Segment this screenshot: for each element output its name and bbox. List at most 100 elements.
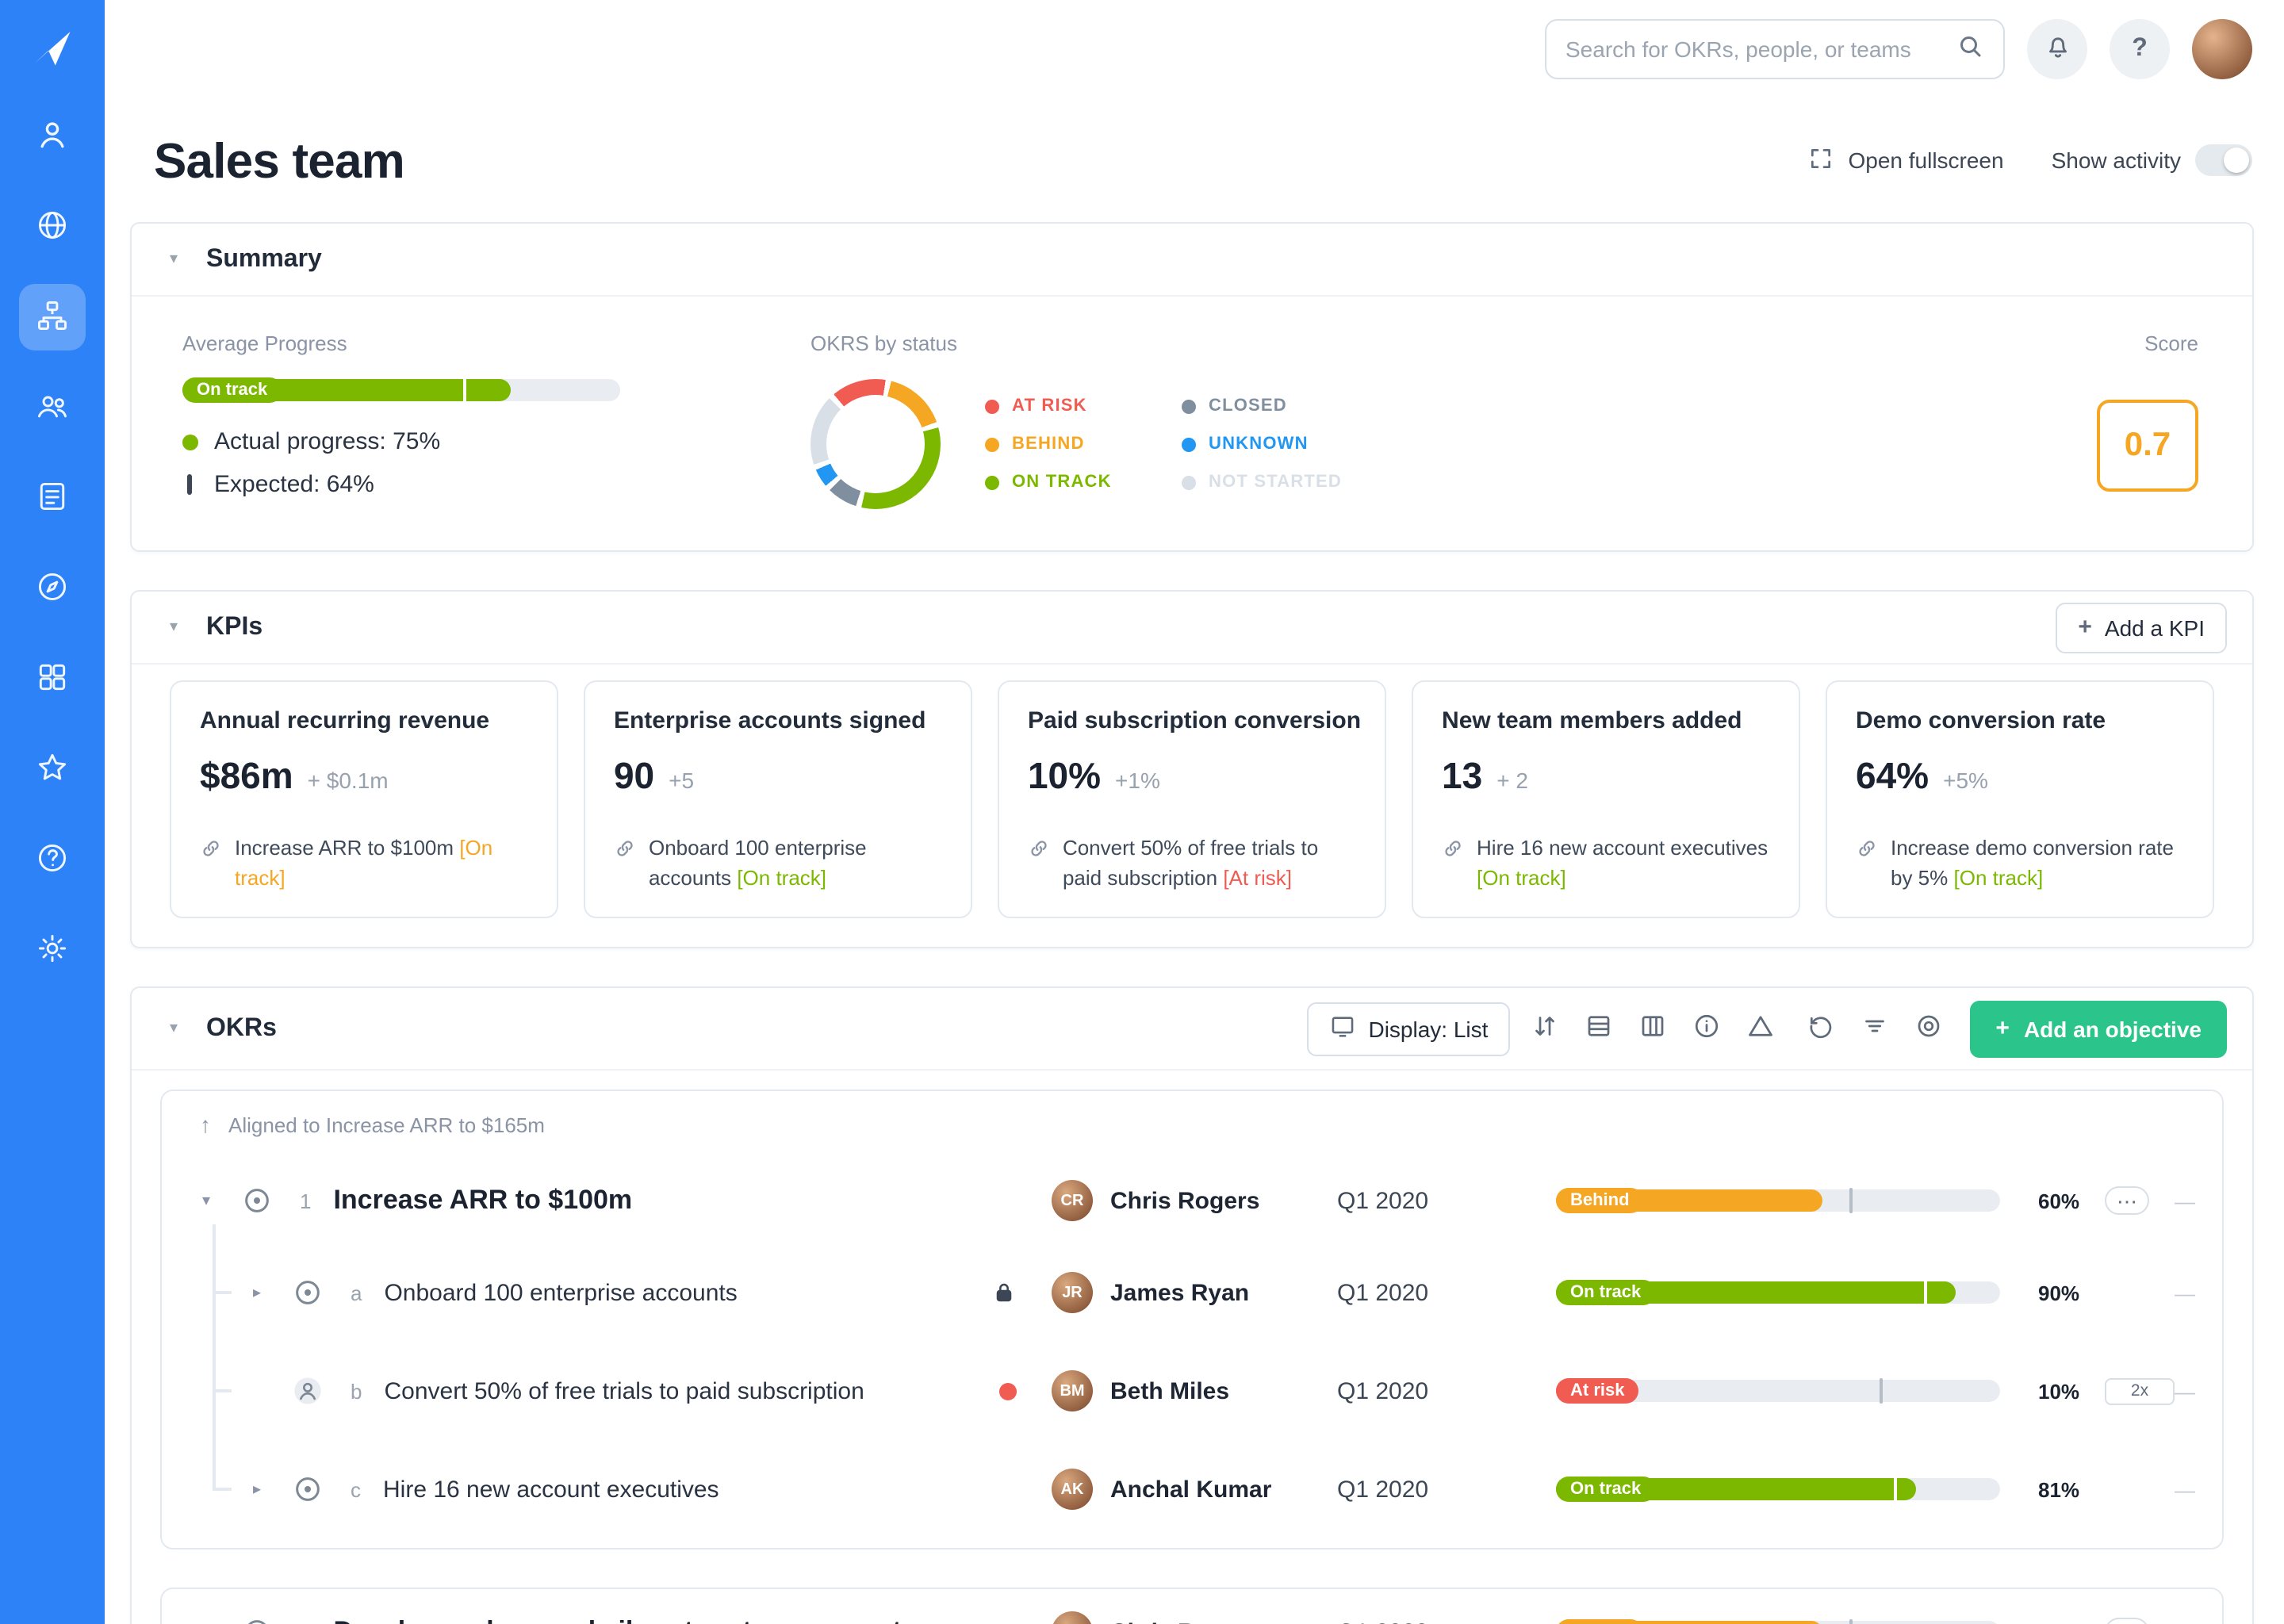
kpi-cards: Annual recurring revenue $86m+ $0.1m Inc…: [132, 665, 2252, 947]
history-button[interactable]: [1795, 1002, 1846, 1055]
key-result-title[interactable]: Hire 16 new account executives: [383, 1476, 719, 1503]
key-result-row[interactable]: ▸ c Hire 16 new account executives AKAnc…: [162, 1440, 2222, 1538]
tree-connector: [213, 1224, 216, 1489]
sort-button[interactable]: [1519, 1002, 1570, 1055]
progress-percent: 10%: [2019, 1379, 2105, 1403]
okr-group-card: ▾ 2 Develop and expand vibrant partner e…: [160, 1588, 2224, 1624]
sidebar-item-compass[interactable]: [19, 555, 86, 622]
okr-group-card: ↑ Aligned to Increase ARR to $165m ▾ 1 I…: [160, 1090, 2224, 1549]
compass-icon: [35, 569, 70, 608]
question-mark-icon: ?: [2132, 35, 2148, 63]
aligned-label[interactable]: Aligned to Increase ARR to $165m: [228, 1113, 545, 1136]
kpi-value: 13: [1442, 755, 1482, 798]
org-chart-icon: [35, 297, 70, 337]
align-up-arrow-icon: ↑: [200, 1112, 211, 1137]
initiative-person-icon: [289, 1372, 327, 1410]
display-mode-button[interactable]: Display: List: [1306, 1002, 1510, 1055]
owner-cell[interactable]: CRChris Rogers: [1052, 1180, 1337, 1221]
open-fullscreen-button[interactable]: Open fullscreen: [1808, 145, 2003, 175]
sidebar-item-settings[interactable]: [19, 917, 86, 983]
collapse-caret-icon[interactable]: ▾: [170, 1020, 186, 1037]
row-menu-button[interactable]: ⋯: [2105, 1618, 2149, 1624]
expand-caret-icon[interactable]: ▾: [194, 1192, 219, 1209]
okr-toolbar-secondary: [1795, 1002, 1954, 1055]
legend-item: AT RISK: [985, 396, 1150, 416]
legend-item: BEHIND: [985, 435, 1150, 454]
page-head: Sales team Open fullscreen Show activity: [105, 98, 2284, 190]
kpi-linked-okr[interactable]: Increase demo conversion rate by 5% [On …: [1891, 835, 2189, 894]
row-index: 2: [300, 1620, 311, 1624]
show-activity-toggle[interactable]: [2195, 144, 2252, 176]
kpi-card[interactable]: New team members added 13+ 2 Hire 16 new…: [1412, 680, 1800, 918]
owner-cell[interactable]: BMBeth Miles: [1052, 1370, 1337, 1411]
warning-button[interactable]: [1735, 1002, 1786, 1055]
kpi-card[interactable]: Annual recurring revenue $86m+ $0.1m Inc…: [170, 680, 558, 918]
owner-name: Beth Miles: [1110, 1377, 1229, 1404]
panels: ▾ Summary Average Progress On track Actu…: [105, 190, 2284, 1624]
kpi-delta: + $0.1m: [308, 768, 389, 793]
kpi-linked-okr[interactable]: Onboard 100 enterprise accounts [On trac…: [649, 835, 947, 894]
info-button[interactable]: [1681, 1002, 1732, 1055]
objective-row[interactable]: ▾ 2 Develop and expand vibrant partner e…: [162, 1589, 2222, 1624]
sidebar-item-globe[interactable]: [19, 193, 86, 260]
multiplier-badge[interactable]: 2x: [2105, 1377, 2175, 1404]
owner-cell[interactable]: JRJames Ryan: [1052, 1272, 1337, 1313]
notifications-button[interactable]: [2027, 19, 2087, 79]
score-dash: —: [2175, 1477, 2222, 1501]
kpi-linked-okr[interactable]: Hire 16 new account executives [On track…: [1477, 835, 1775, 894]
status-badge: On track: [1556, 1477, 1655, 1502]
link-icon: [1856, 835, 1878, 894]
collapse-caret-icon[interactable]: ▾: [170, 251, 186, 268]
sidebar-item-help[interactable]: [19, 826, 86, 893]
timeframe: Q1 2020: [1337, 1476, 1556, 1503]
sidebar-item-profile[interactable]: [19, 103, 86, 170]
row-index: b: [351, 1379, 362, 1403]
search-input[interactable]: [1565, 36, 1956, 62]
key-result-row[interactable]: ▸ a Onboard 100 enterprise accounts JRJa…: [162, 1243, 2222, 1342]
row-menu-button[interactable]: ⋯: [2105, 1186, 2149, 1215]
kpi-card[interactable]: Enterprise accounts signed 90+5 Onboard …: [584, 680, 972, 918]
key-result-target-icon: [289, 1470, 327, 1508]
key-result-title[interactable]: Convert 50% of free trials to paid subsc…: [384, 1377, 864, 1404]
key-result-row[interactable]: b Convert 50% of free trials to paid sub…: [162, 1342, 2222, 1440]
help-button[interactable]: ?: [2110, 19, 2170, 79]
kpi-linked-okr[interactable]: Increase ARR to $100m [On track]: [235, 835, 533, 894]
expand-caret-icon[interactable]: ▸: [244, 1284, 270, 1301]
kpi-linked-okr[interactable]: Convert 50% of free trials to paid subsc…: [1063, 835, 1361, 894]
filter-button[interactable]: [1849, 1002, 1900, 1055]
expected-label: Expected: 64%: [214, 471, 374, 498]
link-icon: [200, 835, 222, 894]
expand-caret-icon[interactable]: ▸: [244, 1480, 270, 1498]
summary-title: Summary: [206, 245, 322, 274]
tree-connector: [213, 1488, 232, 1491]
actual-progress-label: Actual progress: 75%: [214, 428, 440, 455]
list-view-button[interactable]: [1573, 1002, 1624, 1055]
objective-title[interactable]: Develop and expand vibrant partner ecosy…: [333, 1616, 940, 1624]
owner-name: Chris Rogers: [1110, 1618, 1259, 1624]
average-progress-legend: Actual progress: 75% Expected: 64%: [182, 428, 706, 498]
star-icon: [35, 749, 70, 789]
focus-button[interactable]: [1903, 1002, 1954, 1055]
kpi-card[interactable]: Demo conversion rate 64%+5% Increase dem…: [1826, 680, 2214, 918]
sidebar-item-org-chart[interactable]: [19, 284, 86, 350]
expected-tick: [1849, 1188, 1853, 1213]
sidebar-item-notes[interactable]: [19, 465, 86, 531]
key-result-title[interactable]: Onboard 100 enterprise accounts: [384, 1279, 737, 1306]
collapse-caret-icon[interactable]: ▾: [170, 619, 186, 636]
add-objective-button[interactable]: +Add an objective: [1970, 1000, 2227, 1057]
owner-cell[interactable]: AKAnchal Kumar: [1052, 1469, 1337, 1510]
objective-row[interactable]: ▾ 1 Increase ARR to $100m CRChris Rogers…: [162, 1158, 2222, 1243]
columns-view-button[interactable]: [1627, 1002, 1678, 1055]
sidebar-item-team[interactable]: [19, 374, 86, 441]
progress-bar: At risk: [1556, 1380, 2000, 1402]
progress-percent: 81%: [2019, 1477, 2105, 1501]
owner-cell[interactable]: CRChris Rogers: [1052, 1611, 1337, 1624]
kpi-card[interactable]: Paid subscription conversion 10%+1% Conv…: [998, 680, 1386, 918]
sidebar-item-apps[interactable]: [19, 645, 86, 712]
objective-title[interactable]: Increase ARR to $100m: [333, 1185, 632, 1216]
user-avatar[interactable]: [2192, 19, 2252, 79]
progress-percent: 60%: [2019, 1189, 2105, 1212]
sidebar-item-favorites[interactable]: [19, 736, 86, 802]
add-kpi-button[interactable]: +Add a KPI: [2056, 602, 2227, 653]
score-dash: —: [2175, 1281, 2222, 1304]
